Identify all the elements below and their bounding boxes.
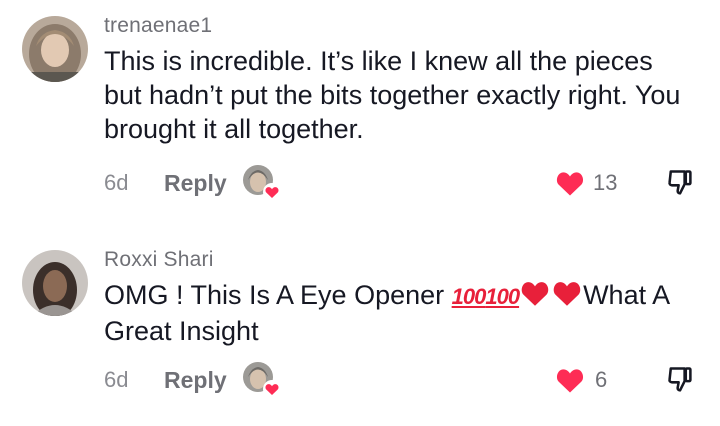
heart-icon xyxy=(556,369,584,393)
dislike-button[interactable] xyxy=(664,363,696,397)
comment-age: 6d xyxy=(104,367,129,392)
dislike-icon xyxy=(668,170,692,195)
comment-age: 6d xyxy=(104,170,129,195)
comment-meta: 6d Reply xyxy=(104,165,281,201)
reply-button[interactable]: Reply xyxy=(164,367,227,394)
comment-meta: 6d Reply xyxy=(104,362,281,398)
creator-liked-badge-icon xyxy=(242,165,281,201)
hundred-points-icon: 100 xyxy=(451,284,487,309)
red-heart-icon xyxy=(553,282,581,306)
comment-username[interactable]: trenaenae1 xyxy=(104,14,212,38)
comment-text: This is incredible. It’s like I knew all… xyxy=(104,46,681,144)
red-heart-icon xyxy=(521,282,549,306)
like-count: 6 xyxy=(595,367,608,392)
comment-text-part1: OMG ! This Is A Eye Opener xyxy=(104,280,452,310)
hundred-points-icon: 100 xyxy=(485,284,520,309)
dislike-button[interactable] xyxy=(664,166,696,200)
avatar[interactable] xyxy=(22,250,88,316)
like-count: 13 xyxy=(593,170,618,195)
dislike-icon xyxy=(668,367,692,392)
like-button[interactable]: 6 xyxy=(555,363,607,397)
creator-liked-badge-icon xyxy=(242,362,281,398)
reply-button[interactable]: Reply xyxy=(164,170,227,197)
comment-text: OMG ! This Is A Eye Opener 100100 What A … xyxy=(104,278,694,348)
avatar[interactable] xyxy=(22,16,88,82)
comment-username[interactable]: Roxxi Shari xyxy=(104,248,214,272)
heart-icon xyxy=(556,172,584,196)
like-button[interactable]: 13 xyxy=(555,166,617,200)
comment-item: Roxxi Shari OMG ! This Is A Eye Opener 1… xyxy=(0,210,720,426)
comment-item: trenaenae1 This is incredible. It’s like… xyxy=(0,0,720,210)
